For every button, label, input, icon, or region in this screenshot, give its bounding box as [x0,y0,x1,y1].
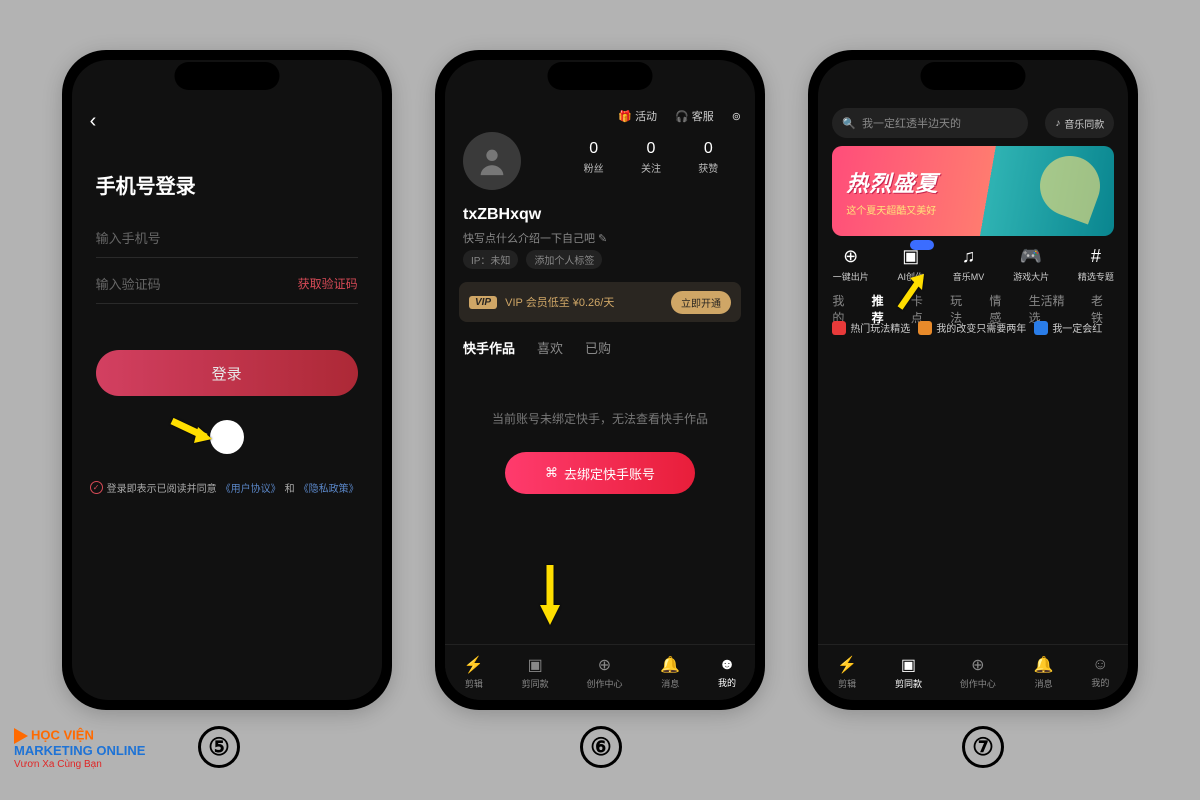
notch [547,62,652,90]
arrow-ai-icon [894,270,930,317]
nav-create[interactable]: ⊕创作中心 [586,655,622,690]
phone-placeholder: 输入手机号 [96,228,161,247]
code-input[interactable]: 输入验证码 获取验证码 [96,264,358,304]
bottom-nav: ⚡剪辑 ▣剪同款 ⊕创作中心 🔔消息 ☻我的 [445,644,755,700]
profile-top-actions: 🎁 活动 🎧 客服 ⊚ [618,108,741,124]
sc-game[interactable]: 🎮游戏大片 [1013,246,1049,283]
screen-1: ‹ 手机号登录 输入手机号 输入验证码 获取验证码 登录 ✓ 登录即表示已阅读并… [72,60,382,700]
stat-following[interactable]: 0关注 [641,140,661,175]
nav-profile[interactable]: ☻我的 [718,656,736,689]
profile-tags: IP：未知 添加个人标签 [463,250,602,269]
nav-profile[interactable]: ☺我的 [1091,656,1109,689]
activity-button[interactable]: 🎁 活动 [618,108,657,124]
step-6: ⑥ [580,726,622,768]
profile-tabs: 快手作品 喜欢 已购 [463,338,611,357]
nav-messages[interactable]: 🔔消息 [1034,655,1054,690]
profile-stats: 0粉丝 0关注 0获赞 [565,140,737,175]
vip-text: VIP 会员低至 ¥0.26/天 [505,294,614,310]
screen-2: 🎁 活动 🎧 客服 ⊚ 0粉丝 0关注 0获赞 txZBHxqw 快写点什么介绍… [445,60,755,700]
step-7: ⑦ [962,726,1004,768]
login-title: 手机号登录 [96,170,196,199]
arrow-templates-icon [535,561,565,634]
shortcut-row: ⊕一键出片 ▣AI创作 ♫音乐MV 🎮游戏大片 #精选专题 [818,246,1128,283]
nav-templates[interactable]: ▣剪同款 [522,655,549,690]
terms-checkbox[interactable]: ✓ [90,481,103,494]
search-icon: 🔍 [842,117,856,130]
tab-liked[interactable]: 喜欢 [537,338,563,357]
vip-bar[interactable]: VIP VIP 会员低至 ¥0.26/天 立即开通 [459,282,741,322]
vip-cta-button[interactable]: 立即开通 [671,291,731,314]
terms-mid: 和 [285,480,295,495]
play-icon [14,728,28,744]
empty-message: 当前账号未绑定快手，无法查看快手作品 [445,410,755,427]
chip-row: 热门玩法精选 我的改变只需要两年 我一定会红 [832,320,1114,335]
chip-change[interactable]: 我的改变只需要两年 [918,320,1026,335]
phone-2: 🎁 活动 🎧 客服 ⊚ 0粉丝 0关注 0获赞 txZBHxqw 快写点什么介绍… [435,50,765,710]
code-placeholder: 输入验证码 [96,274,161,293]
phone-input[interactable]: 输入手机号 [96,218,358,258]
user-agreement-link[interactable]: 《用户协议》 [221,480,281,495]
phone-row: ‹ 手机号登录 输入手机号 输入验证码 获取验证码 登录 ✓ 登录即表示已阅读并… [0,0,1200,710]
tab-works[interactable]: 快手作品 [463,338,515,357]
stat-likes[interactable]: 0获赞 [698,140,718,175]
nav-templates[interactable]: ▣剪同款 [895,655,922,690]
logo: HỌC VIỆN MARKETING ONLINE Vươn Xa Cùng B… [14,728,145,770]
sc-oneclick[interactable]: ⊕一键出片 [833,246,869,283]
chip-hot[interactable]: 热门玩法精选 [832,320,910,335]
profile-desc[interactable]: 快写点什么介绍一下自己吧 ✎ [463,230,607,246]
nav-edit[interactable]: ⚡剪辑 [837,655,857,690]
notch [921,62,1026,90]
get-code-button[interactable]: 获取验证码 [298,275,358,292]
music-same-button[interactable]: ♪ 音乐同款 [1045,108,1114,138]
phone-1: ‹ 手机号登录 输入手机号 输入验证码 获取验证码 登录 ✓ 登录即表示已阅读并… [62,50,392,710]
arrow-apple-icon [168,415,218,452]
sc-music-mv[interactable]: ♫音乐MV [953,246,985,283]
privacy-policy-link[interactable]: 《隐私政策》 [299,480,359,495]
terms-prefix: 登录即表示已阅读并同意 [107,480,217,495]
terms-row: ✓ 登录即表示已阅读并同意 《用户协议》 和 《隐私政策》 [90,480,364,495]
phone-3: 🔍 我一定红透半边天的 ♪ 音乐同款 热烈盛夏 这个夏天超酷又美好 ⊕一键出片 … [808,50,1138,710]
bind-account-button[interactable]: ⌘ 去绑定快手账号 [505,452,695,494]
login-button[interactable]: 登录 [96,350,358,396]
support-button[interactable]: 🎧 客服 [675,108,714,124]
notch [174,62,279,90]
back-icon[interactable]: ‹ [90,110,97,133]
nav-create[interactable]: ⊕创作中心 [960,655,996,690]
search-input[interactable]: 🔍 我一定红透半边天的 [832,108,1028,138]
promo-banner[interactable]: 热烈盛夏 这个夏天超酷又美好 [832,146,1114,236]
add-tag-button[interactable]: 添加个人标签 [526,250,602,269]
stat-fans[interactable]: 0粉丝 [584,140,604,175]
banner-illustration [1000,146,1110,236]
step-5: ⑤ [198,726,240,768]
link-icon: ⌘ [545,465,558,481]
tab-purchased[interactable]: 已购 [585,338,611,357]
avatar[interactable] [463,132,521,190]
vip-badge: VIP [469,296,497,309]
settings-icon[interactable]: ⊚ [732,110,741,123]
ip-tag: IP：未知 [463,250,518,269]
screen-3: 🔍 我一定红透半边天的 ♪ 音乐同款 热烈盛夏 这个夏天超酷又美好 ⊕一键出片 … [818,60,1128,700]
sc-topics[interactable]: #精选专题 [1078,246,1114,283]
bottom-nav: ⚡剪辑 ▣剪同款 ⊕创作中心 🔔消息 ☺我的 [818,644,1128,700]
nav-edit[interactable]: ⚡剪辑 [464,655,484,690]
nav-messages[interactable]: 🔔消息 [660,655,680,690]
username: txZBHxqw [463,206,541,224]
chip-red[interactable]: 我一定会红 [1034,320,1102,335]
